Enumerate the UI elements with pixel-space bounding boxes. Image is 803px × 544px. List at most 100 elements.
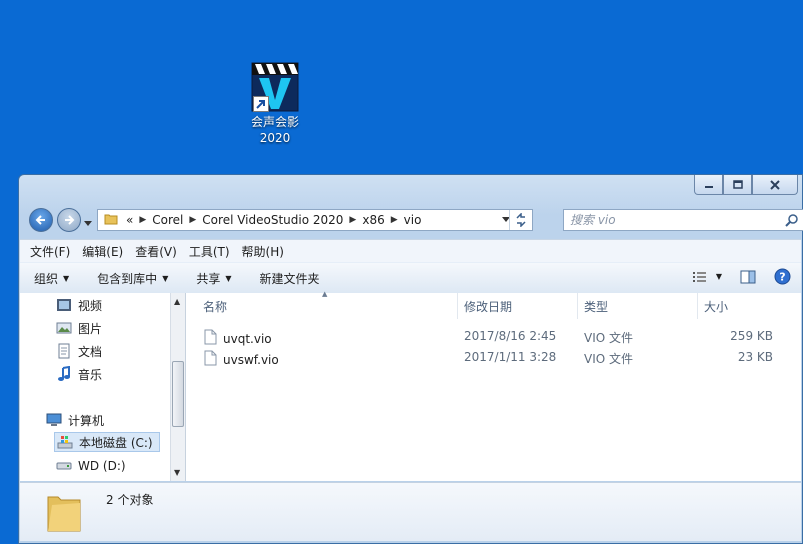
breadcrumb-vio[interactable]: vio xyxy=(400,213,426,227)
menu-tools[interactable]: 工具(T) xyxy=(189,243,230,260)
column-header-label: 大小 xyxy=(704,299,729,314)
maximize-button[interactable] xyxy=(723,175,752,195)
nav-item-label: 本地磁盘 (C:) xyxy=(79,435,153,450)
file-size: 259 KB xyxy=(730,329,773,343)
chevron-down-icon: ▼ xyxy=(63,273,70,283)
file-name: uvqt.vio xyxy=(223,331,272,346)
column-header-modified[interactable]: 修改日期 xyxy=(458,293,578,319)
include-in-library-label: 包含到库中 xyxy=(97,271,158,286)
forward-arrow-icon xyxy=(65,215,75,225)
file-size: 23 KB xyxy=(737,350,773,364)
breadcrumb-separator-icon[interactable]: ▶ xyxy=(389,215,400,225)
organize-label: 组织 xyxy=(34,271,59,286)
view-controls: ▼ ? xyxy=(692,268,791,285)
scrollbar-thumb[interactable] xyxy=(172,361,184,427)
recent-pages-dropdown[interactable] xyxy=(84,216,92,230)
refresh-button[interactable] xyxy=(509,210,532,230)
column-header-label: 类型 xyxy=(584,299,609,314)
nav-item-videos[interactable]: 视频 xyxy=(56,295,102,315)
column-header-label: 名称 xyxy=(203,299,228,314)
chevron-down-icon: ▼ xyxy=(715,272,722,281)
help-button[interactable]: ? xyxy=(774,268,791,285)
new-folder-label: 新建文件夹 xyxy=(259,271,320,286)
file-icon xyxy=(204,329,217,348)
explorer-window: « ▶ Corel ▶ Corel VideoStudio 2020 ▶ x86… xyxy=(18,174,803,544)
include-in-library-button[interactable]: 包含到库中 ▼ xyxy=(97,270,168,287)
item-count: 2 个对象 xyxy=(106,493,154,507)
menu-view[interactable]: 查看(V) xyxy=(135,243,177,260)
address-bar[interactable]: « ▶ Corel ▶ Corel VideoStudio 2020 ▶ x86… xyxy=(97,209,533,231)
nav-item-wd-d[interactable]: WD (D:) xyxy=(56,456,126,476)
scroll-down-icon[interactable]: ▼ xyxy=(174,468,180,477)
corel-videostudio-icon xyxy=(251,62,299,112)
share-button[interactable]: 共享 ▼ xyxy=(196,270,231,287)
column-header-size[interactable]: 大小 xyxy=(698,293,802,319)
file-type: VIO 文件 xyxy=(584,331,634,345)
back-button[interactable] xyxy=(29,208,53,232)
details-view-icon xyxy=(692,271,706,282)
breadcrumb-corel[interactable]: Corel xyxy=(148,213,187,227)
breadcrumb-separator-icon[interactable]: ▶ xyxy=(347,215,358,225)
share-label: 共享 xyxy=(196,271,221,286)
nav-item-local-disk-c[interactable]: 本地磁盘 (C:) xyxy=(54,432,160,452)
nav-item-pictures[interactable]: 图片 xyxy=(56,318,102,338)
menu-help[interactable]: 帮助(H) xyxy=(242,243,284,260)
music-library-icon xyxy=(56,366,72,382)
table-row[interactable]: uvqt.vio 2017/8/16 2:45 VIO 文件 259 KB xyxy=(186,327,801,347)
nav-item-music[interactable]: 音乐 xyxy=(56,364,102,384)
nav-item-label: WD (D:) xyxy=(78,459,126,473)
close-button[interactable] xyxy=(752,175,798,195)
file-name: uvswf.vio xyxy=(223,352,279,367)
menu-file[interactable]: 文件(F) xyxy=(30,243,70,260)
scroll-up-icon[interactable]: ▲ xyxy=(174,297,180,306)
new-folder-button[interactable]: 新建文件夹 xyxy=(260,270,320,287)
file-modified: 2017/1/11 3:28 xyxy=(464,350,557,364)
column-header-name[interactable]: ▲ 名称 xyxy=(186,290,458,319)
column-header-type[interactable]: 类型 xyxy=(578,293,698,319)
file-icon xyxy=(204,350,217,369)
navigation-pane: 视频 图片 文档 音乐 计算机 本地磁盘 (C:) WD (D:) xyxy=(20,293,170,481)
file-list: ▲ 名称 修改日期 类型 大小 uvqt.vio 2017/8/16 2:45 … xyxy=(186,290,802,481)
file-type: VIO 文件 xyxy=(584,352,634,366)
breadcrumb-separator-icon[interactable]: ▶ xyxy=(187,215,198,225)
breadcrumb-overflow[interactable]: « xyxy=(122,213,137,227)
nav-item-label: 计算机 xyxy=(68,413,105,428)
help-icon: ? xyxy=(774,268,791,285)
search-icon[interactable] xyxy=(785,213,798,227)
refresh-icon xyxy=(516,213,526,227)
search-input[interactable] xyxy=(564,212,785,228)
file-modified: 2017/8/16 2:45 xyxy=(464,329,557,343)
video-library-icon xyxy=(56,297,72,313)
documents-library-icon xyxy=(56,343,72,359)
pictures-library-icon xyxy=(56,320,72,336)
svg-text:?: ? xyxy=(779,271,785,284)
nav-item-label: 图片 xyxy=(78,321,103,336)
nav-item-documents[interactable]: 文档 xyxy=(56,341,102,361)
minimize-button[interactable] xyxy=(694,175,723,195)
chevron-down-icon xyxy=(84,221,92,226)
table-row[interactable]: uvswf.vio 2017/1/11 3:28 VIO 文件 23 KB xyxy=(186,348,801,368)
breadcrumb-x86[interactable]: x86 xyxy=(358,213,388,227)
search-box[interactable] xyxy=(563,209,803,231)
nav-item-computer[interactable]: 计算机 xyxy=(46,410,104,430)
breadcrumb-videostudio[interactable]: Corel VideoStudio 2020 xyxy=(198,213,347,227)
minimize-icon xyxy=(704,185,713,188)
desktop-icon-videostudio[interactable]: 会声会影 2020 xyxy=(236,62,314,146)
navigation-pane-scrollbar[interactable]: ▲ ▼ xyxy=(170,293,186,481)
file-name-cell: uvswf.vio xyxy=(204,350,279,369)
preview-pane-button[interactable] xyxy=(740,270,756,284)
breadcrumb-separator-icon[interactable]: ▶ xyxy=(137,215,148,225)
menu-edit[interactable]: 编辑(E) xyxy=(82,243,123,260)
preview-pane-icon xyxy=(740,270,756,283)
shortcut-arrow-icon xyxy=(253,96,269,112)
chevron-down-icon: ▼ xyxy=(162,273,169,283)
folder-icon xyxy=(104,212,118,229)
forward-button[interactable] xyxy=(57,208,81,232)
desktop-icon-label: 会声会影 xyxy=(250,115,299,129)
column-header-label: 修改日期 xyxy=(464,299,513,314)
organize-button[interactable]: 组织 ▼ xyxy=(34,270,69,287)
view-options-button[interactable]: ▼ xyxy=(692,270,722,284)
chevron-down-icon: ▼ xyxy=(225,273,232,283)
nav-item-label: 文档 xyxy=(78,344,103,359)
file-name-cell: uvqt.vio xyxy=(204,329,272,348)
